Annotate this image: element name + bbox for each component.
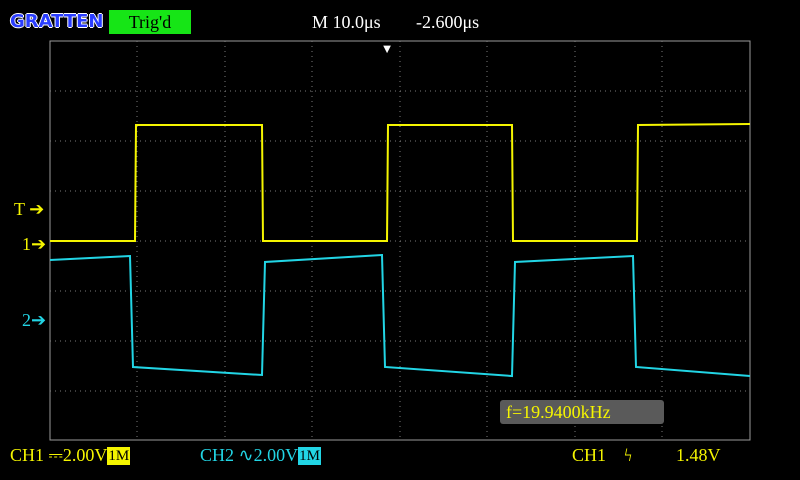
trigger-source[interactable]: CH1: [572, 443, 606, 467]
ch1-label: CH1: [10, 445, 45, 465]
ch1-ground-marker[interactable]: 1➔: [22, 234, 46, 254]
right-arrow-icon: ➔: [29, 199, 45, 219]
waveform-display: [49, 40, 751, 441]
ch1-marker-label: 1: [22, 234, 31, 254]
rising-edge-icon: ϟ: [624, 445, 633, 465]
trigger-level-readout: 1.48V: [676, 445, 721, 465]
ch2-scale: 2.00V: [253, 445, 299, 465]
ac-coupling-icon: ∿: [238, 445, 254, 465]
ch2-ground-marker[interactable]: 2➔: [22, 310, 46, 330]
ch1-impedance-badge: 1M: [107, 447, 131, 465]
ch1-scale: 2.00V: [62, 445, 108, 465]
ch2-trace: [49, 253, 751, 378]
trigger-level-marker[interactable]: T ➔: [14, 199, 44, 219]
graticule-grid: [50, 41, 750, 440]
right-arrow-icon: ➔: [31, 310, 47, 330]
trigger-level-label: T: [14, 199, 25, 219]
ch2-label: CH2: [200, 445, 235, 465]
dc-coupling-icon: ⎓: [48, 445, 63, 465]
ch1-settings[interactable]: CH1 ⎓2.00V1M: [10, 443, 131, 467]
ch2-marker-label: 2: [22, 310, 31, 330]
ch2-impedance-badge: 1M: [298, 447, 321, 465]
right-arrow-icon: ➔: [31, 234, 47, 254]
frequency-measurement: f=19.9400kHz: [500, 400, 664, 424]
ch2-settings[interactable]: CH2 ∿2.00V1M: [200, 443, 321, 467]
